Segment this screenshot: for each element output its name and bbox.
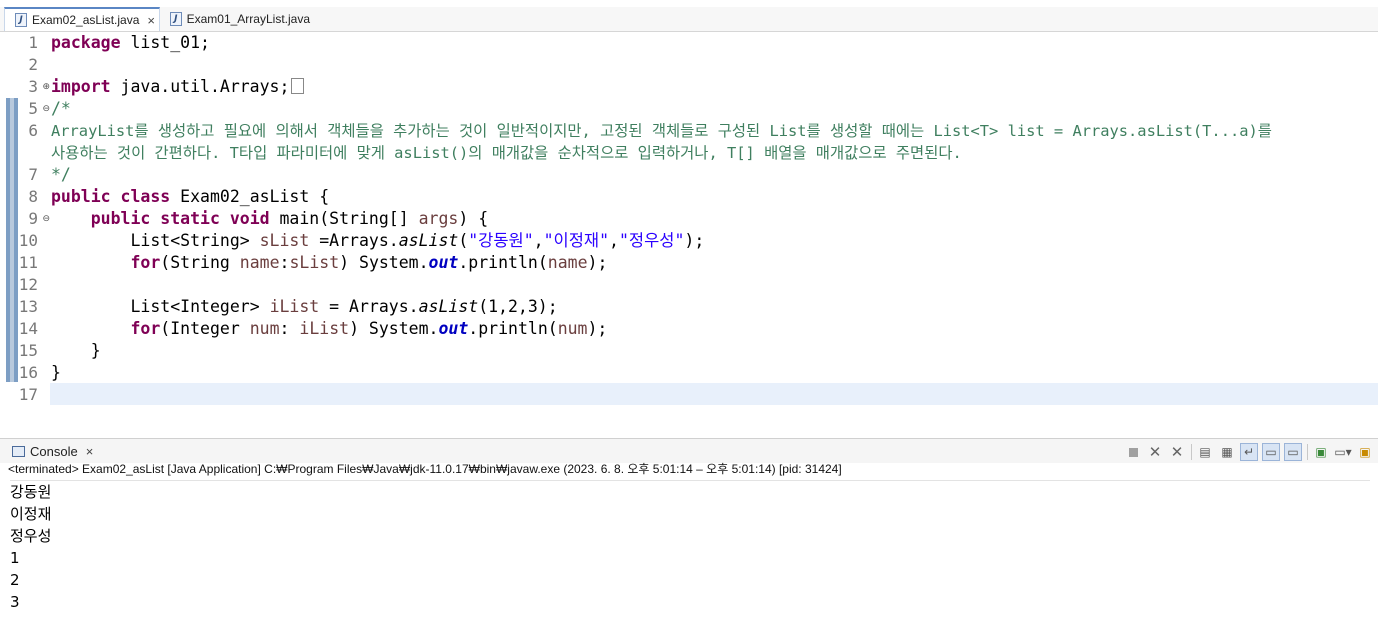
tab-exam01-arraylist[interactable]: J Exam01_ArrayList.java [160, 7, 310, 31]
console-output-line: 정우성 [10, 527, 52, 545]
console-tab-label: Console [30, 443, 78, 459]
collapse-fold-icon[interactable]: ⊖ [42, 98, 50, 120]
line-number: 2 [28, 55, 38, 74]
terminate-icon[interactable] [1124, 443, 1142, 461]
code-line: package list_01; [51, 33, 210, 52]
line-number: 12 [18, 275, 38, 294]
code-line: for(String name:sList) System.out.printl… [130, 253, 608, 272]
display-console-icon[interactable]: ▭▾ [1334, 443, 1352, 461]
console-output-line: 이정재 [10, 505, 52, 523]
line-number: 17 [18, 385, 38, 404]
code-line: */ [51, 165, 71, 184]
close-icon[interactable]: × [147, 13, 155, 28]
line-number: 13 [18, 297, 38, 316]
console-output-line: 2 [10, 571, 20, 589]
code-editor[interactable]: 1 2 3 ⊕ 5 ⊖ 6 7 8 9 ⊖ 10 11 12 13 14 15 16 … [0, 32, 1378, 434]
java-file-icon: J [15, 13, 27, 27]
console-header: Console × ✕ ✕ ▤ ▦ ↵ ▭ ▭ ▣ ▭▾ ▣ [0, 438, 1378, 463]
editor-tab-bar: J Exam02_asList.java × J Exam01_ArrayLis… [0, 7, 1378, 32]
code-line: List<String> sList =Arrays.asList("강동원",… [130, 231, 705, 250]
line-number: 9 ⊖ [28, 209, 50, 228]
tab-console[interactable]: Console × [4, 439, 93, 463]
code-line: public static void main(String[] args) { [90, 209, 489, 228]
show-on-stdout-icon[interactable]: ▭ [1262, 443, 1280, 461]
line-number: 16 [18, 363, 38, 382]
line-number: 14 [18, 319, 38, 338]
code-line: for(Integer num: iList) System.out.print… [130, 319, 608, 338]
tab-label: Exam02_asList.java [32, 13, 140, 27]
tab-label: Exam01_ArrayList.java [186, 12, 310, 26]
code-line: 사용하는 것이 간편하다. T타입 파라미터에 맞게 asList()의 매개값… [51, 144, 962, 162]
clear-console-icon[interactable]: ▤ [1196, 443, 1214, 461]
scroll-lock-icon[interactable]: ▦ [1218, 443, 1236, 461]
code-line: } [51, 363, 61, 382]
remove-launch-icon[interactable]: ✕ [1146, 443, 1164, 461]
remove-all-terminated-icon[interactable]: ✕ [1168, 443, 1186, 461]
close-icon[interactable]: × [86, 444, 94, 459]
tab-exam02-aslist[interactable]: J Exam02_asList.java × [4, 7, 160, 31]
console-icon [12, 445, 25, 457]
console-output-line: 강동원 [10, 483, 52, 501]
word-wrap-icon[interactable]: ↵ [1240, 443, 1258, 461]
line-number: 6 [28, 121, 38, 140]
console-toolbar: ✕ ✕ ▤ ▦ ↵ ▭ ▭ ▣ ▭▾ ▣ [1120, 442, 1374, 462]
open-console-icon[interactable]: ▣ [1356, 443, 1374, 461]
line-number: 3 ⊕ [28, 77, 50, 96]
java-file-icon: J [170, 12, 182, 26]
collapse-fold-icon[interactable]: ⊖ [42, 208, 50, 230]
line-number: 1 [28, 33, 38, 52]
line-number: 5 ⊖ [28, 99, 50, 118]
console-output-line: 1 [10, 549, 20, 567]
show-on-stderr-icon[interactable]: ▭ [1284, 443, 1302, 461]
code-line: ArrayList를 생성하고 필요에 의해서 객체들을 추가하는 것이 일반적… [51, 122, 1272, 140]
collapsed-imports-icon[interactable] [291, 78, 305, 94]
code-line: public class Exam02_asList { [51, 187, 330, 206]
console-output-line: 3 [10, 593, 20, 611]
expand-fold-icon[interactable]: ⊕ [42, 76, 50, 98]
code-line: List<Integer> iList = Arrays.asList(1,2,… [130, 297, 558, 316]
line-number: 7 [28, 165, 38, 184]
line-number: 8 [28, 187, 38, 206]
console-status-line: <terminated> Exam02_asList [Java Applica… [8, 462, 842, 476]
line-number: 10 [18, 231, 38, 250]
code-line: /* [51, 99, 71, 118]
code-line: import java.util.Arrays; [51, 76, 305, 98]
pin-console-icon[interactable]: ▣ [1312, 443, 1330, 461]
current-line-highlight [50, 383, 1378, 405]
line-number: 11 [18, 253, 38, 272]
line-number: 15 [18, 341, 38, 360]
console-output[interactable]: 강동원 이정재 정우성 1 2 3 [10, 480, 1370, 613]
code-line: } [90, 341, 101, 360]
